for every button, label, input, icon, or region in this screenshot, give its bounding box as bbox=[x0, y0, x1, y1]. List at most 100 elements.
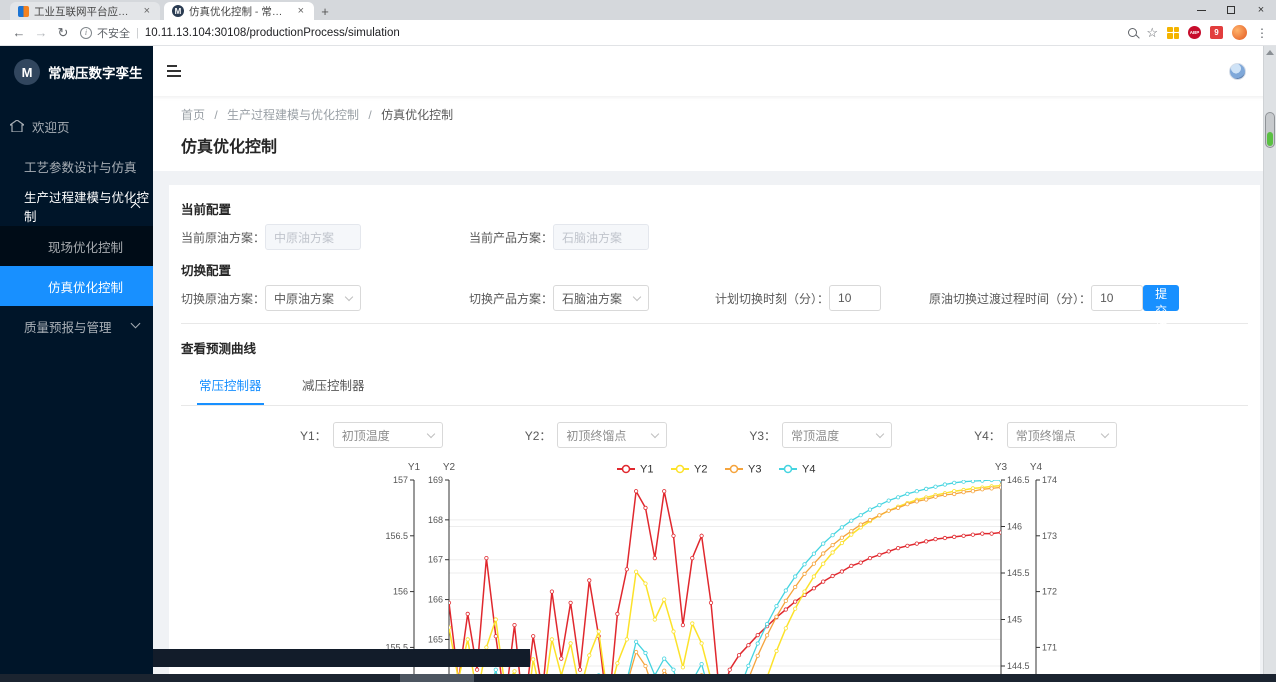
red-extension-icon[interactable]: 9 bbox=[1210, 26, 1223, 39]
window-close-button[interactable]: × bbox=[1246, 0, 1276, 20]
breadcrumb: 首页 / 生产过程建模与优化控制 / 仿真优化控制 bbox=[181, 106, 1248, 123]
browser-profile-avatar[interactable] bbox=[1232, 25, 1247, 40]
tab-close-icon[interactable]: × bbox=[296, 5, 306, 17]
browser-menu-icon[interactable]: ⋮ bbox=[1256, 26, 1268, 40]
breadcrumb-home[interactable]: 首页 bbox=[181, 108, 205, 122]
tab-title: 工业互联网平台应用商店 bbox=[34, 4, 136, 19]
plan-time-label: 计划切换时刻（分）： bbox=[715, 290, 829, 307]
tab-vacuum-controller[interactable]: 减压控制器 bbox=[300, 367, 367, 403]
vertical-scrollbar[interactable] bbox=[1263, 46, 1276, 674]
svg-text:Y3: Y3 bbox=[995, 462, 1008, 473]
user-avatar[interactable] bbox=[1229, 63, 1246, 80]
svg-text:Y3: Y3 bbox=[748, 464, 761, 476]
back-icon[interactable]: ← bbox=[8, 25, 30, 40]
transition-time-input[interactable] bbox=[1091, 285, 1143, 311]
plan-time-input[interactable] bbox=[829, 285, 881, 311]
home-icon bbox=[10, 120, 24, 132]
sidebar-item-process-design[interactable]: 工艺参数设计与仿真 bbox=[0, 146, 153, 186]
select-arrow-icon bbox=[426, 429, 434, 437]
legend-item-Y3[interactable]: Y3 bbox=[725, 464, 761, 476]
bookmark-star-icon[interactable]: ☆ bbox=[1146, 25, 1158, 41]
sidebar-item-label: 工艺参数设计与仿真 bbox=[24, 157, 137, 176]
app-logo: M 常减压数字孪生 bbox=[0, 46, 153, 98]
reload-icon[interactable]: ↻ bbox=[52, 25, 74, 41]
horizontal-scrollbar-thumb[interactable] bbox=[153, 649, 530, 667]
y3-select[interactable]: 常顶温度 bbox=[782, 422, 892, 448]
page-header-block: 首页 / 生产过程建模与优化控制 / 仿真优化控制 仿真优化控制 bbox=[153, 96, 1276, 171]
svg-text:Y1: Y1 bbox=[408, 462, 421, 473]
svg-text:174: 174 bbox=[1042, 475, 1057, 485]
adblock-extension-icon[interactable]: ABP bbox=[1188, 26, 1201, 39]
tab-title: 仿真优化控制 - 常减压数字孪生 bbox=[189, 4, 290, 19]
prediction-curves-title: 查看预测曲线 bbox=[181, 338, 1248, 357]
forward-icon[interactable]: → bbox=[30, 25, 52, 40]
y2-select[interactable]: 初顶终馏点 bbox=[557, 422, 667, 448]
legend-item-Y4[interactable]: Y4 bbox=[779, 464, 815, 476]
svg-text:Y4: Y4 bbox=[1030, 462, 1043, 473]
sidebar-item-quality-forecast[interactable]: 质量预报与管理 bbox=[0, 306, 153, 346]
svg-text:Y4: Y4 bbox=[802, 464, 815, 476]
svg-text:172: 172 bbox=[1042, 587, 1057, 597]
tab-close-icon[interactable]: × bbox=[142, 5, 152, 17]
app-title: 常减压数字孪生 bbox=[48, 62, 143, 82]
sidebar-item-production-modeling[interactable]: 生产过程建模与优化控制 bbox=[0, 186, 153, 226]
controller-tabs: 常压控制器 减压控制器 bbox=[181, 367, 1248, 406]
svg-text:156: 156 bbox=[393, 587, 408, 597]
current-product-field: 石脑油方案 bbox=[553, 224, 649, 250]
taskbar-segment bbox=[400, 674, 474, 682]
svg-text:168: 168 bbox=[428, 515, 443, 525]
submit-switch-config-button[interactable]: 提交切换配置 bbox=[1143, 285, 1179, 311]
switch-config-row: 切换原油方案： 中原油方案 切换产品方案： 石脑油方案 bbox=[181, 285, 1248, 311]
browser-tab-simulation[interactable]: M 仿真优化控制 - 常减压数字孪生 × bbox=[164, 2, 314, 20]
switch-product-value: 石脑油方案 bbox=[562, 290, 622, 307]
omnibox-divider: | bbox=[136, 27, 139, 39]
switch-config-title: 切换配置 bbox=[181, 260, 1248, 279]
extension-grid-icon[interactable] bbox=[1167, 27, 1179, 39]
search-icon[interactable] bbox=[1128, 28, 1137, 37]
window-maximize-button[interactable] bbox=[1216, 0, 1246, 20]
browser-toolbar: ← → ↻ i 不安全 | 10.11.13.104:30108/product… bbox=[0, 20, 1276, 46]
y1-select[interactable]: 初顶温度 bbox=[333, 422, 443, 448]
security-label: 不安全 bbox=[97, 25, 130, 41]
svg-text:Y1: Y1 bbox=[640, 464, 653, 476]
svg-text:165: 165 bbox=[428, 634, 443, 644]
window-minimize-button[interactable] bbox=[1186, 0, 1216, 20]
transition-time-label: 原油切换过渡过程时间（分）： bbox=[929, 290, 1091, 307]
tab-atmospheric-controller[interactable]: 常压控制器 bbox=[197, 367, 264, 405]
sidebar-submenu: 现场优化控制 仿真优化控制 bbox=[0, 226, 153, 306]
new-tab-button[interactable]: + bbox=[314, 2, 336, 20]
current-config-title: 当前配置 bbox=[181, 199, 1248, 218]
appstore-favicon bbox=[18, 6, 29, 17]
svg-text:144.5: 144.5 bbox=[1007, 661, 1030, 671]
chart-container: Y1154.5155155.5156156.5157Y2162163164165… bbox=[381, 460, 1248, 675]
vertical-scrollbar-thumb[interactable] bbox=[1265, 112, 1275, 148]
current-config-row: 当前原油方案： 中原油方案 当前产品方案： 石脑油方案 bbox=[181, 224, 1248, 250]
browser-tab-appstore[interactable]: 工业互联网平台应用商店 × bbox=[10, 2, 160, 20]
sidebar-item-onsite-control[interactable]: 现场优化控制 bbox=[0, 226, 153, 266]
switch-product-select[interactable]: 石脑油方案 bbox=[553, 285, 649, 311]
legend-item-Y1[interactable]: Y1 bbox=[617, 464, 653, 476]
legend-item-Y2[interactable]: Y2 bbox=[671, 464, 707, 476]
browser-tabstrip: 工业互联网平台应用商店 × M 仿真优化控制 - 常减压数字孪生 × + × bbox=[0, 0, 1276, 20]
select-arrow-icon bbox=[876, 429, 884, 437]
current-oil-label: 当前原油方案： bbox=[181, 229, 265, 246]
info-icon[interactable]: i bbox=[80, 27, 92, 39]
main-area: 首页 / 生产过程建模与优化控制 / 仿真优化控制 仿真优化控制 当前配置 当前… bbox=[153, 46, 1276, 675]
collapse-menu-icon[interactable] bbox=[167, 62, 181, 80]
svg-text:Y2: Y2 bbox=[694, 464, 707, 476]
switch-oil-select[interactable]: 中原油方案 bbox=[265, 285, 361, 311]
sidebar-item-label: 质量预报与管理 bbox=[24, 317, 112, 336]
y3-label: Y3： bbox=[749, 427, 776, 444]
switch-product-label: 切换产品方案： bbox=[469, 290, 553, 307]
y4-value: 常顶终馏点 bbox=[1016, 427, 1076, 444]
y4-select[interactable]: 常顶终馏点 bbox=[1007, 422, 1117, 448]
taskbar-strip bbox=[0, 674, 1276, 682]
sidebar-menu: 欢迎页 工艺参数设计与仿真 生产过程建模与优化控制 现场优化控制 仿真优化控制 bbox=[0, 106, 153, 346]
sidebar-item-simulation-control[interactable]: 仿真优化控制 bbox=[0, 266, 153, 306]
sidebar-item-welcome[interactable]: 欢迎页 bbox=[0, 106, 153, 146]
switch-oil-value: 中原油方案 bbox=[274, 290, 334, 307]
breadcrumb-level2[interactable]: 生产过程建模与优化控制 bbox=[227, 108, 359, 122]
y4-label: Y4： bbox=[974, 427, 1001, 444]
scrollbar-up-arrow-icon[interactable] bbox=[1266, 50, 1274, 55]
address-bar[interactable]: i 不安全 | 10.11.13.104:30108/productionPro… bbox=[80, 25, 1128, 41]
